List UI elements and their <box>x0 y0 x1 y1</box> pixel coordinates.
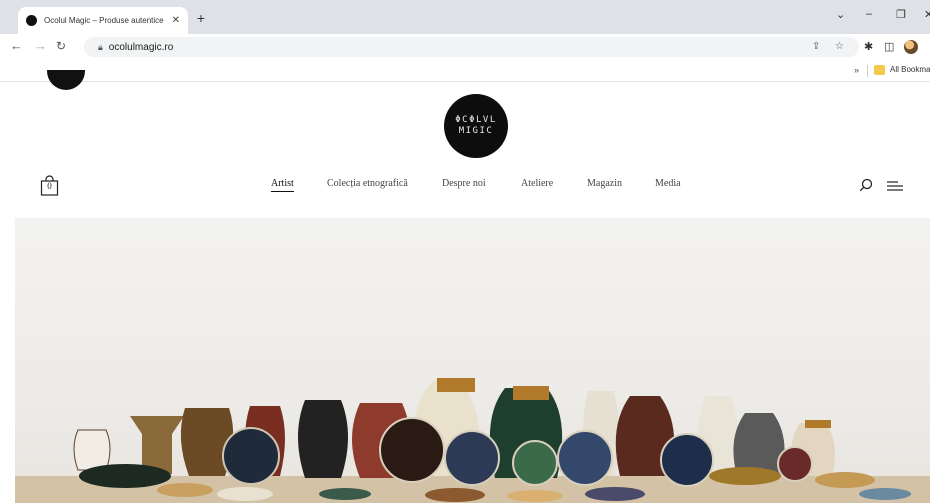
site-favicon-icon <box>26 15 37 26</box>
nav-item-media[interactable]: Media <box>655 178 681 189</box>
profile-avatar[interactable] <box>904 40 918 54</box>
ceramics-collection-illustration <box>15 378 930 503</box>
folder-icon[interactable] <box>874 65 885 75</box>
browser-tab-strip: Ocolul Magic – Produse autentice ✕ + ⌄ –… <box>0 0 930 34</box>
tab-title: Ocolul Magic – Produse autentice <box>44 16 164 25</box>
reload-icon[interactable]: ↻ <box>56 39 66 53</box>
nav-item-magazin[interactable]: Magazin <box>587 178 622 189</box>
url-text[interactable]: ocolulmagic.ro <box>109 42 173 53</box>
bookmarks-divider <box>867 65 868 77</box>
all-bookmarks-link[interactable]: All Bookmarks <box>890 65 930 74</box>
main-navigation: Artist Colecția etnografică Despre noi A… <box>0 178 930 194</box>
forward-arrow-icon[interactable]: → <box>34 39 47 53</box>
sidebar-icon[interactable]: ◫ <box>884 40 894 53</box>
browser-toolbar: ← → ↻ 🔒︎ ocolulmagic.ro ⇪ ☆ ✱ ◫ <box>0 34 930 60</box>
tab-search-chevron-icon[interactable]: ⌄ <box>836 8 845 21</box>
share-icon[interactable]: ⇪ <box>812 37 820 57</box>
new-tab-button[interactable]: + <box>192 9 210 27</box>
browser-tab[interactable]: Ocolul Magic – Produse autentice ✕ <box>18 7 188 34</box>
site-logo[interactable]: ΦCΦLVL MIGIC <box>444 94 508 158</box>
bookmarks-overflow-icon[interactable]: » <box>854 65 859 75</box>
star-icon[interactable]: ☆ <box>835 37 844 57</box>
puzzle-icon[interactable]: ✱ <box>864 40 873 53</box>
nav-item-colectia-etnografica[interactable]: Colecția etnografică <box>327 178 408 189</box>
search-icon[interactable] <box>859 178 873 192</box>
nav-item-artist[interactable]: Artist <box>271 178 294 192</box>
back-arrow-icon[interactable]: ← <box>10 39 23 53</box>
partial-logo-image <box>47 70 85 90</box>
menu-icon[interactable] <box>887 181 903 191</box>
logo-text-line-2: MIGIC <box>458 126 494 136</box>
hero-image <box>15 218 930 503</box>
restore-icon[interactable]: ❐ <box>896 8 906 21</box>
close-window-icon[interactable]: ✕ <box>924 8 930 21</box>
lock-icon[interactable]: 🔒︎ <box>98 42 103 53</box>
bookmarks-bar: » All Bookmarks <box>0 60 930 82</box>
nav-item-despre-noi[interactable]: Despre noi <box>442 178 486 189</box>
address-bar[interactable]: 🔒︎ ocolulmagic.ro ⇪ ☆ <box>84 37 859 57</box>
nav-item-ateliere[interactable]: Ateliere <box>521 178 553 189</box>
logo-text-line-1: ΦCΦLVL <box>455 115 497 125</box>
close-tab-icon[interactable]: ✕ <box>172 15 180 26</box>
minimize-icon[interactable]: – <box>866 8 872 20</box>
